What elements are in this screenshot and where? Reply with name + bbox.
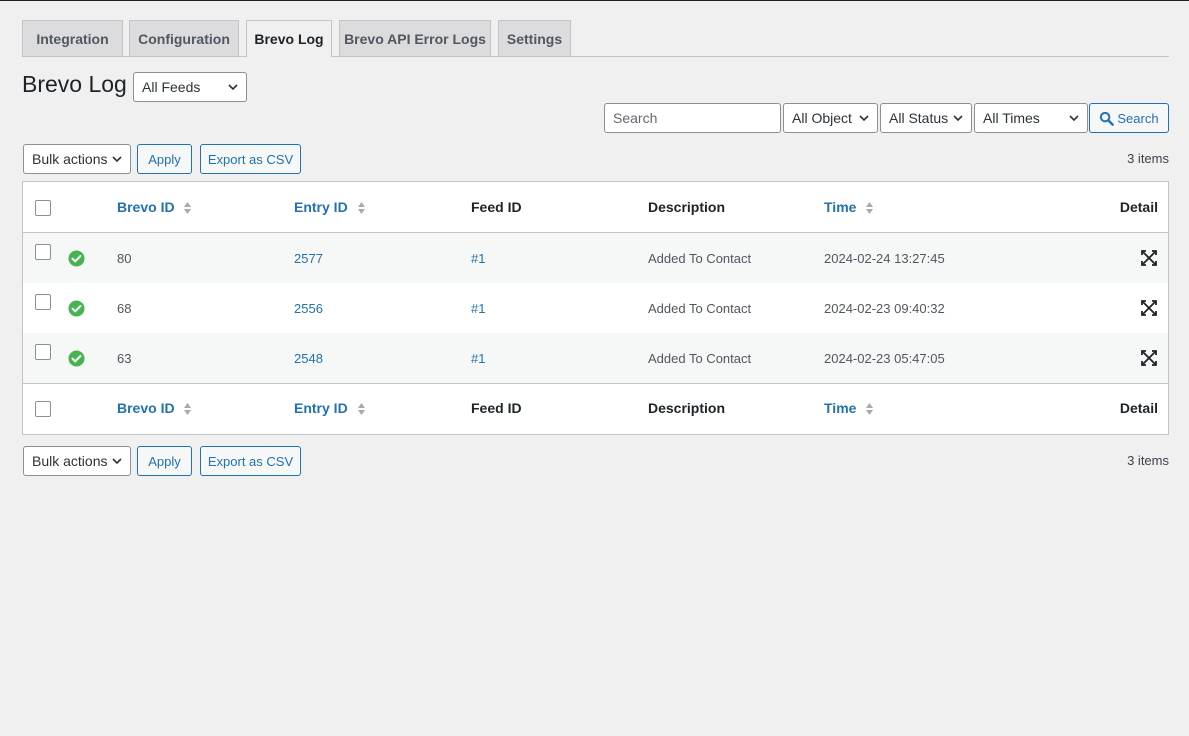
export-csv-button-bottom[interactable]: Export as CSV (200, 446, 301, 476)
chevron-down-icon (953, 115, 963, 122)
search-input[interactable]: Search (604, 103, 781, 133)
sort-arrows-icon (357, 403, 365, 416)
cell-entry-id-link[interactable]: 2556 (294, 301, 323, 316)
bulk-actions-label: Bulk actions (32, 453, 108, 469)
column-description: Description (648, 199, 726, 215)
nav-tabs: Integration Configuration Brevo Log Brev… (22, 20, 1169, 57)
cell-description: Added To Contact (648, 251, 752, 266)
time-filter-select[interactable]: All Times (974, 103, 1088, 133)
column-detail: Detail (1119, 199, 1158, 215)
check-circle-icon (68, 250, 85, 267)
cell-time: 2024-02-24 13:27:45 (824, 251, 945, 266)
footer-column-detail: Detail (1119, 400, 1158, 416)
footer-column-description: Description (648, 400, 726, 416)
cell-description: Added To Contact (648, 301, 752, 316)
table-row: 63 2548 #1 Added To Contact 2024-02-23 0… (23, 333, 1168, 383)
row-checkbox[interactable] (35, 294, 51, 310)
bulk-actions-label: Bulk actions (32, 151, 108, 167)
tab-settings[interactable]: Settings (498, 20, 571, 56)
object-filter-value: All Object (792, 110, 852, 126)
sort-arrows-icon (866, 403, 874, 416)
cell-entry-id-link[interactable]: 2548 (294, 351, 323, 366)
footer-column-brevo-id[interactable]: Brevo ID (117, 400, 192, 416)
expand-icon[interactable] (1141, 350, 1157, 366)
chevron-down-icon (112, 156, 122, 163)
chevron-down-icon (112, 458, 122, 465)
tab-integration[interactable]: Integration (22, 20, 123, 56)
cell-entry-id-link[interactable]: 2577 (294, 251, 323, 266)
select-all-checkbox[interactable] (35, 200, 51, 216)
feed-filter-select[interactable]: All Feeds (133, 72, 247, 102)
chevron-down-icon (228, 84, 238, 91)
bulk-actions-select-bottom[interactable]: Bulk actions (23, 446, 131, 476)
column-feed-id: Feed ID (471, 199, 522, 215)
table-row: 80 2577 #1 Added To Contact 2024-02-24 1… (23, 233, 1168, 283)
footer-column-feed-id: Feed ID (471, 400, 522, 416)
cell-time: 2024-02-23 09:40:32 (824, 301, 945, 316)
search-icon (1100, 111, 1115, 126)
sort-arrows-icon (866, 202, 874, 215)
footer-column-entry-id[interactable]: Entry ID (294, 400, 366, 416)
table-row: 68 2556 #1 Added To Contact 2024-02-23 0… (23, 283, 1168, 333)
tab-brevo-api-error-logs[interactable]: Brevo API Error Logs (339, 20, 491, 56)
status-filter-value: All Status (889, 110, 949, 126)
row-checkbox[interactable] (35, 344, 51, 360)
sort-arrows-icon (184, 202, 192, 215)
cell-feed-id-link[interactable]: #1 (471, 351, 485, 366)
column-entry-id[interactable]: Entry ID (294, 199, 366, 215)
cell-brevo-id: 68 (117, 301, 132, 316)
search-button-label: Search (1117, 110, 1159, 126)
chevron-down-icon (1069, 115, 1079, 122)
cell-feed-id-link[interactable]: #1 (471, 301, 485, 316)
table-header-row: Brevo ID Entry ID Feed ID Description Ti… (23, 182, 1168, 233)
column-entry-id-label: Entry ID (294, 199, 348, 215)
column-time-label: Time (824, 199, 857, 215)
items-count-bottom: 3 items (1127, 453, 1169, 468)
chevron-down-icon (859, 115, 869, 122)
bulk-actions-select-top[interactable]: Bulk actions (23, 144, 131, 174)
export-csv-button-top[interactable]: Export as CSV (200, 144, 301, 174)
tab-configuration[interactable]: Configuration (129, 20, 239, 56)
cell-brevo-id: 63 (117, 351, 132, 366)
time-filter-value: All Times (983, 110, 1040, 126)
table-footer-row: Brevo ID Entry ID Feed ID Description Ti… (23, 383, 1168, 433)
feed-filter-value: All Feeds (142, 79, 201, 95)
apply-button-top[interactable]: Apply (137, 144, 192, 174)
cell-time: 2024-02-23 05:47:05 (824, 351, 945, 366)
sort-arrows-icon (184, 403, 192, 416)
log-table: Brevo ID Entry ID Feed ID Description Ti… (22, 181, 1169, 435)
search-button[interactable]: Search (1089, 103, 1169, 133)
select-all-checkbox-footer[interactable] (35, 401, 51, 417)
cell-feed-id-link[interactable]: #1 (471, 251, 485, 266)
footer-column-brevo-id-label: Brevo ID (117, 400, 175, 416)
footer-column-time-label: Time (824, 400, 857, 416)
tab-brevo-log[interactable]: Brevo Log (246, 20, 332, 57)
status-filter-select[interactable]: All Status (880, 103, 972, 133)
column-time[interactable]: Time (824, 199, 874, 215)
footer-column-entry-id-label: Entry ID (294, 400, 348, 416)
check-circle-icon (68, 300, 85, 317)
cell-description: Added To Contact (648, 351, 752, 366)
sort-arrows-icon (357, 202, 365, 215)
page-title: Brevo Log (22, 71, 127, 97)
items-count-top: 3 items (1127, 151, 1169, 166)
footer-column-time[interactable]: Time (824, 400, 874, 416)
column-brevo-id[interactable]: Brevo ID (117, 199, 192, 215)
object-filter-select[interactable]: All Object (783, 103, 878, 133)
row-checkbox[interactable] (35, 244, 51, 260)
check-circle-icon (68, 350, 85, 367)
expand-icon[interactable] (1141, 250, 1157, 266)
column-brevo-id-label: Brevo ID (117, 199, 175, 215)
apply-button-bottom[interactable]: Apply (137, 446, 192, 476)
cell-brevo-id: 80 (117, 251, 132, 266)
expand-icon[interactable] (1141, 300, 1157, 316)
